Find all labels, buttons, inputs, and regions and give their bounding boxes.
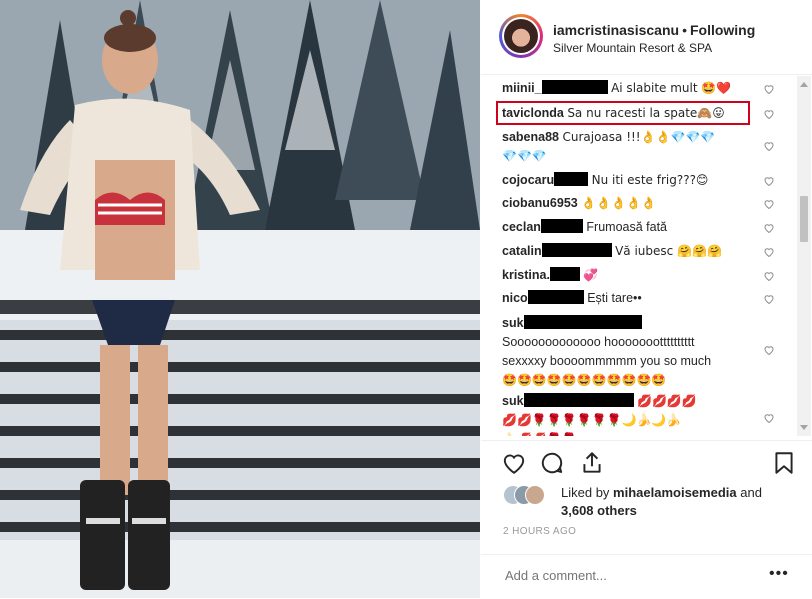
redaction-bar (523, 315, 642, 329)
post-timestamp[interactable]: 2 HOURS AGO (503, 526, 576, 537)
comment-username[interactable]: kristina. (502, 268, 550, 282)
redaction-bar (540, 219, 583, 233)
comment-text-line2: 💋💋🌹🌹🌹🌹🌹🌹🌙🍌🌙🍌 (502, 413, 682, 427)
comment-item: ciobanu6953 👌👌👌👌👌 (502, 194, 772, 213)
like-comment-icon[interactable] (763, 175, 775, 187)
comment-item: suk 💋💋💋💋 💋💋🌹🌹🌹🌹🌹🌹🌙🍌🌙🍌 🍌💋💋🌹🌹 (502, 392, 772, 436)
redaction-bar (541, 80, 608, 94)
bookmark-icon[interactable] (771, 450, 797, 476)
scroll-up-arrow-icon[interactable] (800, 82, 808, 87)
redaction-bar (523, 393, 634, 407)
comment-composer: ••• (481, 554, 812, 599)
like-comment-icon[interactable] (763, 412, 775, 424)
scrollbar-thumb[interactable] (800, 196, 808, 242)
redaction-bar (527, 290, 584, 304)
like-comment-icon[interactable] (763, 198, 775, 210)
comment-text: Frumoasă fată (586, 220, 667, 234)
comment-item: ceclan Frumoasă fată (502, 218, 772, 237)
comment-item: suk Sooooooooooooo hoooooootttttttttt se… (502, 314, 772, 390)
comment-username[interactable]: ciobanu6953 (502, 196, 578, 210)
comment-username[interactable]: ceclan (502, 220, 541, 234)
comment-username[interactable]: suk (502, 316, 524, 330)
comment-text: Curajoasa !!!👌👌💎💎💎 (562, 130, 716, 144)
comment-text-line2: 💎💎💎 (502, 149, 547, 163)
comment-text-line3: 🍌💋💋🌹🌹 (502, 432, 577, 436)
comment-text: Vă iubesc 🤗🤗🤗 (615, 244, 722, 258)
more-options-icon[interactable]: ••• (769, 565, 789, 583)
comments-list: miinii_ Ai slabite mult 🤩❤️ taviclonda S… (481, 76, 795, 436)
author-username[interactable]: iamcristinasiscanu (553, 22, 679, 38)
redaction-bar (549, 267, 580, 281)
heart-outline-icon[interactable] (501, 450, 527, 476)
highlight-box (496, 101, 750, 125)
comment-text: Ai slabite mult 🤩❤️ (611, 81, 732, 95)
post-actions-bar (481, 440, 812, 481)
photo-illustration (0, 0, 480, 598)
likes-text: Liked by mihaelamoisemedia and 3,608 oth… (561, 484, 801, 520)
like-comment-icon[interactable] (763, 270, 775, 282)
liked-joiner: and (740, 485, 762, 500)
comment-username[interactable]: sabena88 (502, 130, 559, 144)
comment-item: kristina. 💞 (502, 266, 772, 285)
post-side-panel: iamcristinasiscanu • Following Silver Moun… (481, 0, 812, 598)
like-comment-icon[interactable] (763, 344, 775, 356)
comment-username[interactable]: miinii_ (502, 81, 542, 95)
liked-by-prefix: Liked by (561, 485, 610, 500)
share-icon[interactable] (579, 450, 605, 476)
like-comment-icon[interactable] (763, 108, 775, 120)
comments-scrollbar[interactable] (797, 76, 811, 436)
comment-text: 💋💋💋💋 (637, 394, 697, 408)
liker-avatar[interactable] (525, 485, 545, 505)
like-comment-icon[interactable] (763, 246, 775, 258)
post-header: iamcristinasiscanu • Following Silver Moun… (481, 0, 812, 75)
author-line: iamcristinasiscanu • Following (553, 22, 755, 38)
comment-item: nico Ești tare•• (502, 289, 772, 308)
comment-text: 💞 (583, 268, 599, 282)
comment-text: Ești tare•• (587, 291, 642, 305)
comment-item: cojocaru Nu iti este frig???😊 (502, 171, 772, 190)
comment-text-line2: sexxxxy boooommmmm you so much (502, 354, 712, 368)
likes-count[interactable]: 3,608 others (561, 503, 637, 518)
avatar-image (504, 19, 538, 53)
likes-summary: Liked by mihaelamoisemedia and 3,608 oth… (503, 482, 803, 522)
author-avatar[interactable] (499, 14, 543, 58)
comment-item: catalin Vă iubesc 🤗🤗🤗 (502, 242, 772, 261)
like-comment-icon[interactable] (763, 222, 775, 234)
post-location[interactable]: Silver Mountain Resort & SPA (553, 41, 712, 55)
comment-text: 👌👌👌👌👌 (581, 196, 656, 210)
liker-username[interactable]: mihaelamoisemedia (613, 485, 737, 500)
comment-username[interactable]: catalin (502, 244, 542, 258)
comment-username[interactable]: cojocaru (502, 173, 554, 187)
add-comment-input[interactable] (503, 567, 747, 584)
redaction-bar (554, 172, 589, 186)
avatar-ring-inner (502, 17, 540, 55)
like-comment-icon[interactable] (763, 83, 775, 95)
following-button[interactable]: Following (690, 22, 755, 38)
separator-dot: • (682, 22, 687, 38)
scroll-down-arrow-icon[interactable] (800, 425, 808, 430)
comment-item: sabena88 Curajoasa !!!👌👌💎💎💎 💎💎💎 (502, 128, 772, 166)
like-comment-icon[interactable] (763, 140, 775, 152)
comment-text: Sooooooooooooo hoooooootttttttttt (502, 335, 695, 349)
comment-username[interactable]: nico (502, 291, 528, 305)
liker-avatars (503, 485, 545, 505)
comment-username[interactable]: suk (502, 394, 524, 408)
like-comment-icon[interactable] (763, 293, 775, 305)
comment-item: miinii_ Ai slabite mult 🤩❤️ (502, 79, 772, 98)
comment-text-line3: 🤩🤩🤩🤩🤩🤩🤩🤩🤩🤩🤩 (502, 373, 667, 387)
redaction-bar (541, 243, 612, 257)
post-photo[interactable] (0, 0, 480, 598)
comment-text: Nu iti este frig???😊 (591, 173, 709, 187)
comment-bubble-icon[interactable] (539, 450, 565, 476)
instagram-post-view: iamcristinasiscanu • Following Silver Moun… (0, 0, 812, 598)
